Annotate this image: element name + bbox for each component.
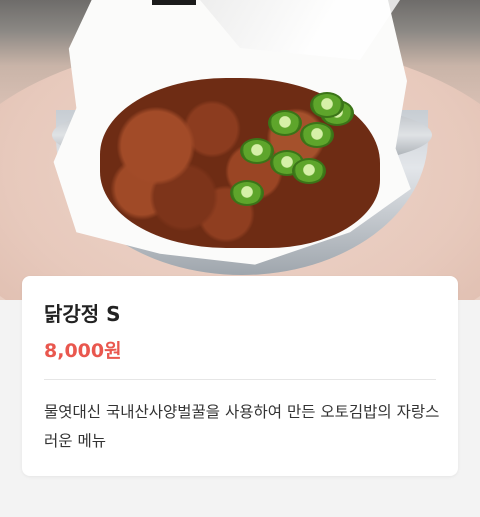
photo-pepper <box>300 122 334 148</box>
photo-top-edge-mark <box>152 0 196 5</box>
photo-pepper <box>292 158 326 184</box>
menu-item-card: 닭강정 S 8,000원 물엿대신 국내산사양벌꿀을 사용하여 만든 오토김밥의… <box>22 276 458 476</box>
menu-detail-page: 닭강정 S 8,000원 물엿대신 국내산사양벌꿀을 사용하여 만든 오토김밥의… <box>0 0 480 517</box>
card-divider <box>44 379 436 380</box>
menu-item-photo <box>0 0 480 300</box>
photo-pepper <box>310 92 344 118</box>
photo-pepper <box>230 180 264 206</box>
menu-item-description: 물엿대신 국내산사양벌꿀을 사용하여 만든 오토김밥의 자랑스러운 메뉴 <box>44 403 440 450</box>
photo-pepper <box>240 138 274 164</box>
menu-item-name: 닭강정 S <box>44 302 121 326</box>
photo-pepper <box>268 110 302 136</box>
menu-item-price: 8,000원 <box>44 340 122 362</box>
